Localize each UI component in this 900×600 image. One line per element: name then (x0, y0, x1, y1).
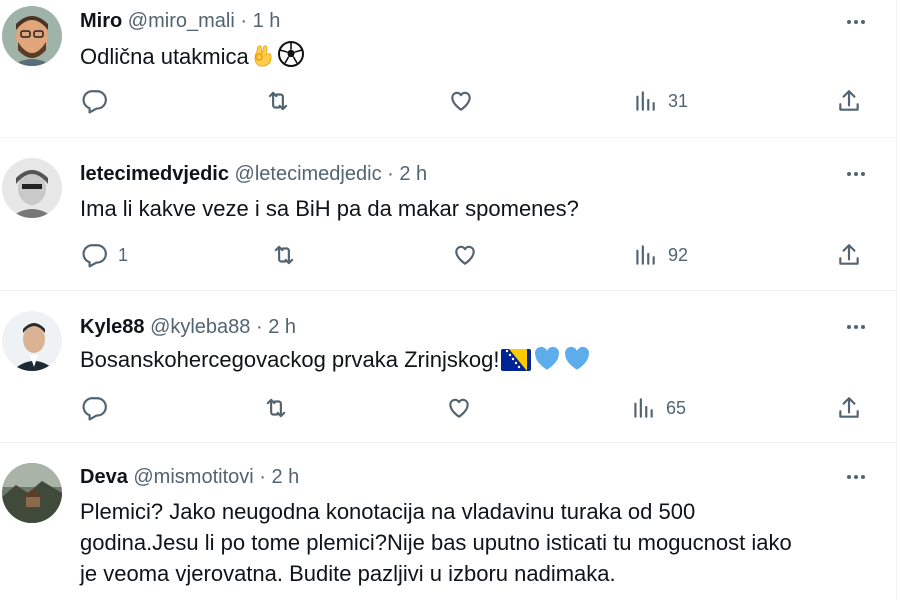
reply-icon (82, 90, 107, 114)
ok-hand-emoji-icon (251, 42, 275, 76)
views-icon (636, 91, 655, 111)
reply-icon (82, 244, 107, 268)
timeline-feed: Miro @miro_mali · 1 h Odlična utakmica 3… (0, 0, 897, 600)
views-button[interactable]: 92 (632, 242, 688, 268)
more-options-button[interactable] (842, 465, 870, 489)
user-handle[interactable]: @miro_mali (128, 10, 235, 32)
share-icon (839, 90, 859, 111)
bosnia-flag-emoji-icon (501, 348, 532, 379)
reply-count: 1 (118, 244, 129, 265)
tweet-header: Kyle88 @kyleba88 · 2 h (80, 315, 296, 339)
display-name[interactable]: Deva (80, 466, 128, 488)
separator-dot: · (387, 163, 394, 185)
timestamp[interactable]: 2 h (399, 163, 427, 185)
retweet-icon (266, 398, 286, 418)
views-count: 92 (668, 244, 689, 265)
tweet-text: Bosanskohercegovackog prvaka Zrinjskog! (80, 344, 860, 379)
tweet-text: Odlična utakmica (80, 40, 860, 76)
views-count: 31 (668, 90, 689, 111)
views-button[interactable]: 65 (630, 395, 686, 421)
retweet-icon (274, 245, 294, 265)
tweet-actions: 1 92 (80, 242, 870, 272)
separator-dot: · (256, 316, 263, 338)
views-icon (636, 245, 655, 265)
blue-heart-emoji-icon (533, 345, 561, 379)
more-options-button[interactable] (842, 10, 870, 34)
share-icon (839, 397, 859, 418)
tweet-text-line: je veoma vjerovatna. Budite pazljivi u i… (80, 561, 616, 586)
tweet-actions: 31 (80, 88, 870, 118)
tweet-header: letecimedvjedic @letecimedjedic · 2 h (80, 162, 427, 186)
share-button[interactable] (836, 242, 862, 268)
tweet-text-line: godina.Jesu li po tome plemici?Nije bas … (80, 530, 792, 555)
share-icon (839, 244, 859, 265)
reply-button[interactable]: 1 (82, 242, 128, 268)
avatar[interactable] (2, 311, 62, 371)
timestamp[interactable]: 2 h (268, 316, 296, 338)
heart-icon (455, 245, 475, 265)
views-button[interactable]: 31 (632, 88, 688, 114)
tweet-deva[interactable]: Deva @mismotitovi · 2 h Plemici? Jako ne… (0, 443, 896, 600)
views-icon (634, 398, 653, 418)
tweet-letecimedvjedic[interactable]: letecimedvjedic @letecimedjedic · 2 h Im… (0, 138, 896, 291)
like-button[interactable] (446, 395, 472, 421)
reply-icon (82, 397, 107, 421)
tweet-header: Miro @miro_mali · 1 h (80, 9, 280, 33)
more-options-button[interactable] (842, 315, 870, 339)
heart-icon (449, 398, 469, 418)
tweet-text-content: Odlična utakmica (80, 44, 249, 69)
tweet-header: Deva @mismotitovi · 2 h (80, 465, 299, 489)
heart-icon (451, 91, 471, 111)
share-button[interactable] (836, 395, 862, 421)
tweet-actions: 65 (80, 395, 870, 425)
user-handle[interactable]: @kyleba88 (150, 316, 250, 338)
like-button[interactable] (448, 88, 474, 114)
views-count: 65 (666, 397, 687, 418)
user-handle[interactable]: @letecimedjedic (235, 163, 382, 185)
retweet-button[interactable] (262, 395, 290, 421)
separator-dot: · (259, 466, 266, 488)
display-name[interactable]: Miro (80, 10, 122, 32)
tweet-text: Plemici? Jako neugodna konotacija na vla… (80, 496, 860, 589)
retweet-icon (268, 91, 288, 111)
retweet-button[interactable] (264, 88, 292, 114)
share-button[interactable] (836, 88, 862, 114)
like-button[interactable] (452, 242, 478, 268)
avatar[interactable] (2, 463, 62, 523)
tweet-text-content: Bosanskohercegovackog prvaka Zrinjskog! (80, 347, 500, 372)
separator-dot: · (240, 10, 247, 32)
soccer-ball-emoji-icon (277, 40, 305, 76)
avatar[interactable] (2, 158, 62, 218)
tweet-text: Ima li kakve veze i sa BiH pa da makar s… (80, 193, 860, 224)
tweet-text-content: Ima li kakve veze i sa BiH pa da makar s… (80, 196, 579, 221)
timestamp[interactable]: 2 h (271, 466, 299, 488)
blue-heart-emoji-icon (563, 345, 591, 379)
tweet-miro[interactable]: Miro @miro_mali · 1 h Odlična utakmica 3… (0, 0, 896, 138)
user-handle[interactable]: @mismotitovi (133, 466, 253, 488)
reply-button[interactable] (82, 395, 118, 421)
tweet-text-line: Plemici? Jako neugodna konotacija na vla… (80, 499, 696, 524)
reply-button[interactable] (82, 88, 118, 114)
retweet-button[interactable] (270, 242, 298, 268)
avatar[interactable] (2, 6, 62, 66)
timestamp[interactable]: 1 h (253, 10, 281, 32)
display-name[interactable]: letecimedvjedic (80, 163, 229, 185)
tweet-kyle88[interactable]: Kyle88 @kyleba88 · 2 h Bosanskohercegova… (0, 291, 896, 443)
display-name[interactable]: Kyle88 (80, 316, 145, 338)
more-options-button[interactable] (842, 162, 870, 186)
